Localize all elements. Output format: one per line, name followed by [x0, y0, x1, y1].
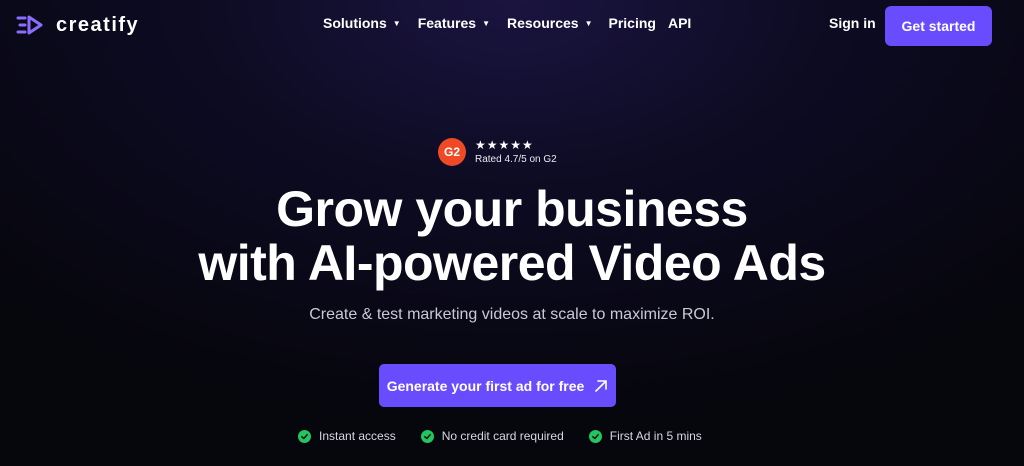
nav-item-label: Pricing [608, 15, 656, 31]
nav-item-pricing[interactable]: Pricing [609, 15, 656, 31]
creatify-logo-icon [16, 15, 43, 35]
generate-ad-button[interactable]: Generate your first ad for free [379, 364, 616, 407]
sign-in-link[interactable]: Sign in [829, 15, 876, 31]
main-menu: Solutions ▼ Features ▼ Resources ▼ Prici… [323, 15, 691, 31]
rating-caption: Rated 4.7/5 on G2 [475, 153, 557, 165]
star-rating-icon: ★★★★★ [475, 137, 534, 152]
feature-item: No credit card required [420, 429, 564, 443]
nav-item-solutions[interactable]: Solutions ▼ [323, 15, 401, 31]
top-navigation: creatify Solutions ▼ Features ▼ Resource… [0, 0, 1024, 50]
brand-logo[interactable]: creatify [16, 12, 139, 38]
nav-item-features[interactable]: Features ▼ [418, 15, 490, 31]
feature-item: First Ad in 5 mins [588, 429, 702, 443]
hero-headline: Grow your business with AI-powered Video… [0, 182, 1024, 290]
nav-item-api[interactable]: API [668, 15, 691, 31]
nav-item-label: API [667, 15, 692, 31]
feature-label: First Ad in 5 mins [609, 429, 702, 443]
g2-logo-icon: G2 [438, 138, 466, 166]
hero-subheading: Create & test marketing videos at scale … [309, 306, 715, 323]
g2-badge-label: G2 [443, 145, 460, 159]
nav-item-label: Features [417, 15, 477, 31]
nav-item-label: Resources [506, 15, 579, 31]
check-circle-icon [420, 429, 434, 443]
check-circle-icon [298, 429, 311, 443]
cta-label: Generate your first ad for free [386, 377, 585, 394]
feature-label: No credit card required [441, 429, 564, 443]
check-circle-icon [588, 429, 602, 443]
caret-down-icon: ▼ [482, 19, 490, 28]
hero-headline-line-2: with AI-powered Video Ads [198, 235, 826, 291]
feature-label: Instant access [319, 429, 396, 443]
feature-list: Instant access No credit card required F… [298, 429, 702, 443]
arrow-up-right-icon [595, 379, 608, 392]
nav-item-label: Solutions [323, 15, 387, 31]
caret-down-icon: ▼ [392, 19, 401, 28]
brand-name: creatify [56, 13, 140, 36]
rating-text: ★★★★★ Rated 4.7/5 on G2 [475, 139, 557, 166]
caret-down-icon: ▼ [584, 19, 593, 28]
nav-item-resources[interactable]: Resources ▼ [507, 15, 593, 31]
get-started-button[interactable]: Get started [885, 6, 992, 46]
feature-item: Instant access [298, 429, 396, 443]
g2-rating: G2 ★★★★★ Rated 4.7/5 on G2 [438, 138, 557, 166]
hero-headline-line-1: Grow your business [276, 181, 748, 237]
